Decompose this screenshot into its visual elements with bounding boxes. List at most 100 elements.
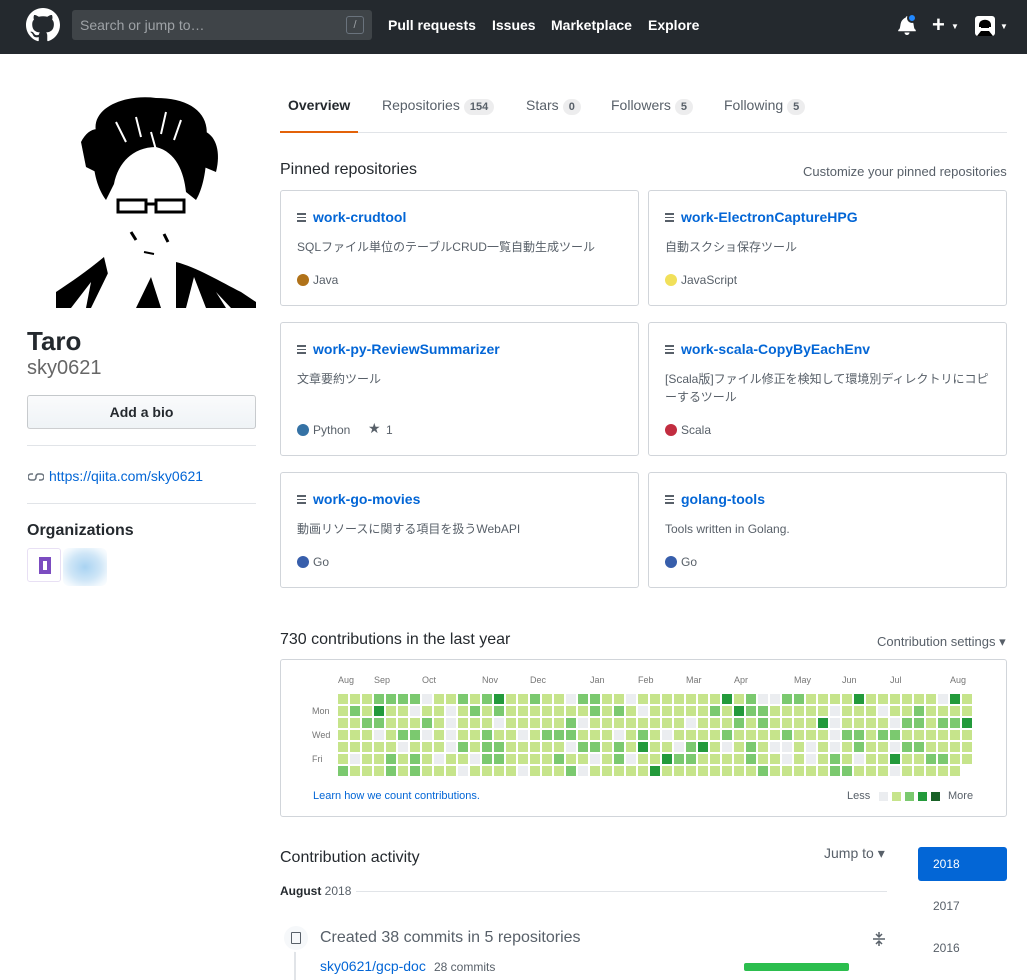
contribution-day[interactable] — [938, 694, 948, 704]
contribution-day[interactable] — [578, 706, 588, 716]
contribution-day[interactable] — [446, 754, 456, 764]
contribution-day[interactable] — [410, 706, 420, 716]
contribution-day[interactable] — [866, 694, 876, 704]
contribution-day[interactable] — [902, 766, 912, 776]
contribution-day[interactable] — [602, 730, 612, 740]
contribution-day[interactable] — [602, 766, 612, 776]
plus-icon[interactable]: + — [932, 14, 945, 36]
contribution-day[interactable] — [482, 742, 492, 752]
contribution-day[interactable] — [674, 706, 684, 716]
contribution-day[interactable] — [626, 730, 636, 740]
contribution-day[interactable] — [698, 754, 708, 764]
contribution-day[interactable] — [350, 742, 360, 752]
contribution-day[interactable] — [722, 766, 732, 776]
contribution-day[interactable] — [794, 766, 804, 776]
contribution-day[interactable] — [842, 694, 852, 704]
contribution-day[interactable] — [458, 754, 468, 764]
contribution-day[interactable] — [746, 754, 756, 764]
contribution-day[interactable] — [470, 694, 480, 704]
contribution-day[interactable] — [698, 706, 708, 716]
contribution-day[interactable] — [350, 754, 360, 764]
contribution-day[interactable] — [926, 766, 936, 776]
contribution-day[interactable] — [866, 766, 876, 776]
contribution-day[interactable] — [818, 694, 828, 704]
contribution-day[interactable] — [602, 754, 612, 764]
contribution-day[interactable] — [854, 766, 864, 776]
contribution-day[interactable] — [614, 694, 624, 704]
contribution-day[interactable] — [722, 694, 732, 704]
contribution-day[interactable] — [686, 754, 696, 764]
contribution-day[interactable] — [386, 766, 396, 776]
contribution-day[interactable] — [914, 766, 924, 776]
contribution-day[interactable] — [782, 730, 792, 740]
contribution-day[interactable] — [626, 694, 636, 704]
contribution-day[interactable] — [746, 718, 756, 728]
contribution-day[interactable] — [902, 754, 912, 764]
contribution-day[interactable] — [914, 730, 924, 740]
contribution-day[interactable] — [362, 694, 372, 704]
contribution-day[interactable] — [638, 718, 648, 728]
contribution-day[interactable] — [926, 718, 936, 728]
contribution-day[interactable] — [926, 730, 936, 740]
contribution-day[interactable] — [410, 766, 420, 776]
contribution-day[interactable] — [386, 718, 396, 728]
contribution-day[interactable] — [950, 766, 960, 776]
repo-name-link[interactable]: work-crudtool — [313, 209, 406, 225]
contribution-day[interactable] — [746, 766, 756, 776]
contribution-day[interactable] — [890, 718, 900, 728]
contribution-day[interactable] — [338, 706, 348, 716]
contribution-day[interactable] — [626, 742, 636, 752]
contribution-day[interactable] — [878, 730, 888, 740]
contribution-day[interactable] — [578, 718, 588, 728]
contribution-day[interactable] — [494, 718, 504, 728]
contribution-day[interactable] — [842, 754, 852, 764]
contribution-day[interactable] — [950, 694, 960, 704]
contribution-day[interactable] — [710, 706, 720, 716]
contribution-day[interactable] — [638, 754, 648, 764]
contribution-day[interactable] — [686, 730, 696, 740]
contribution-day[interactable] — [806, 730, 816, 740]
contribution-day[interactable] — [506, 742, 516, 752]
contribution-day[interactable] — [434, 718, 444, 728]
contribution-day[interactable] — [458, 706, 468, 716]
contribution-day[interactable] — [710, 754, 720, 764]
contribution-day[interactable] — [890, 706, 900, 716]
contribution-day[interactable] — [722, 754, 732, 764]
contribution-day[interactable] — [650, 742, 660, 752]
contribution-day[interactable] — [914, 706, 924, 716]
contribution-day[interactable] — [782, 742, 792, 752]
contribution-day[interactable] — [698, 718, 708, 728]
contribution-day[interactable] — [794, 718, 804, 728]
contribution-day[interactable] — [950, 706, 960, 716]
contribution-day[interactable] — [758, 694, 768, 704]
contribution-day[interactable] — [566, 742, 576, 752]
contribution-day[interactable] — [458, 742, 468, 752]
contribution-day[interactable] — [674, 766, 684, 776]
contribution-day[interactable] — [890, 730, 900, 740]
contribution-day[interactable] — [566, 730, 576, 740]
organization-avatar[interactable] — [27, 548, 61, 582]
contribution-day[interactable] — [854, 730, 864, 740]
contribution-day[interactable] — [374, 742, 384, 752]
contribution-day[interactable] — [578, 754, 588, 764]
repo-name-link[interactable]: golang-tools — [681, 491, 765, 507]
contribution-day[interactable] — [482, 718, 492, 728]
contribution-day[interactable] — [650, 706, 660, 716]
contribution-day[interactable] — [746, 730, 756, 740]
contribution-day[interactable] — [818, 766, 828, 776]
contribution-day[interactable] — [362, 754, 372, 764]
contribution-day[interactable] — [590, 694, 600, 704]
contribution-day[interactable] — [410, 742, 420, 752]
contribution-day[interactable] — [530, 754, 540, 764]
contribution-day[interactable] — [758, 706, 768, 716]
contribution-day[interactable] — [518, 718, 528, 728]
contribution-day[interactable] — [926, 694, 936, 704]
contribution-day[interactable] — [662, 766, 672, 776]
contribution-day[interactable] — [542, 694, 552, 704]
contribution-day[interactable] — [602, 706, 612, 716]
contribution-day[interactable] — [362, 718, 372, 728]
contribution-day[interactable] — [590, 730, 600, 740]
contribution-day[interactable] — [866, 730, 876, 740]
contribution-day[interactable] — [590, 718, 600, 728]
contribution-day[interactable] — [794, 694, 804, 704]
